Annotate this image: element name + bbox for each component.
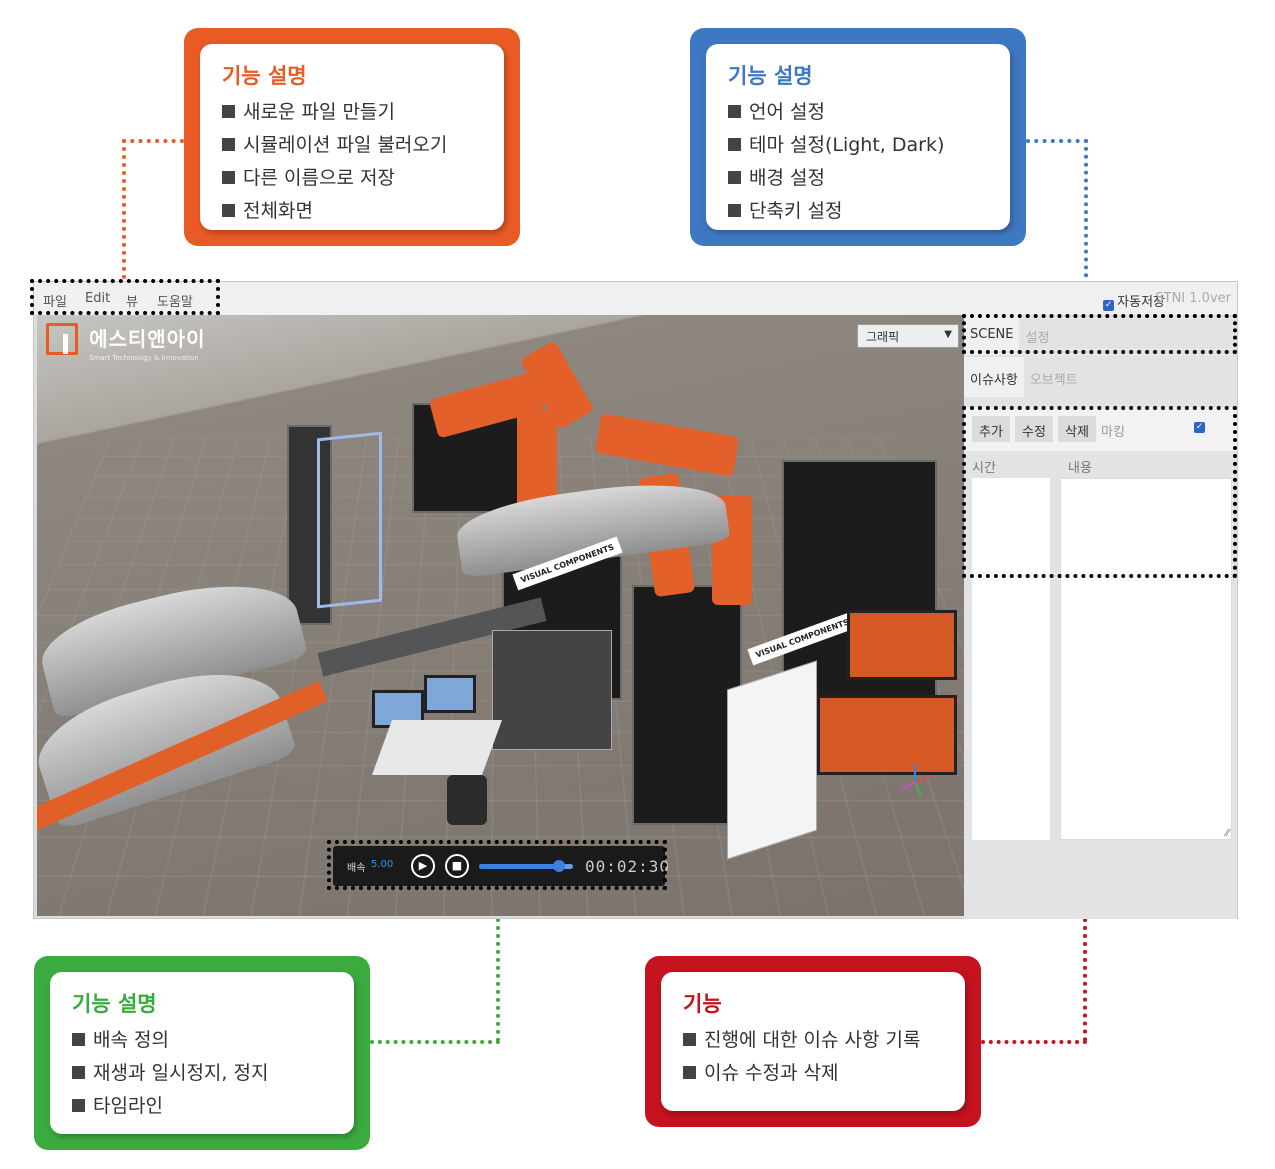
logo-name: 에스티앤아이 xyxy=(89,327,206,351)
square-bullet-icon xyxy=(683,1033,696,1046)
callout-item: 언어 설정 xyxy=(728,96,988,129)
rack-fixture xyxy=(317,431,382,609)
callout-title: 기능 설명 xyxy=(728,64,813,88)
callout-item: 시뮬레이션 파일 불러오기 xyxy=(222,129,482,162)
square-bullet-icon xyxy=(728,138,741,151)
connector-line xyxy=(981,1040,1087,1044)
highlight-menu-bar xyxy=(30,279,220,315)
highlight-playback-bar xyxy=(327,840,667,890)
square-bullet-icon xyxy=(683,1066,696,1079)
simulator-app-window: 파일 Edit 뷰 도움말 ✓ 자동저장 STNI 1.0ver VISUAL C… xyxy=(33,281,1238,919)
callout-title: 기능 설명 xyxy=(222,64,307,88)
callout-playback-functions: 기능 설명 배속 정의 재생과 일시정지, 정지 타임라인 xyxy=(34,956,370,1150)
callout-item: 이슈 수정과 삭제 xyxy=(683,1057,943,1090)
office-chair xyxy=(447,775,487,825)
callout-issue-functions: 기능 진행에 대한 이슈 사항 기록 이슈 수정과 삭제 xyxy=(645,956,981,1127)
connector-line xyxy=(370,1040,500,1044)
callout-item: 새로운 파일 만들기 xyxy=(222,96,482,129)
version-label: STNI 1.0ver xyxy=(1155,291,1231,306)
logo-tagline: Smart Technology & Innovation xyxy=(89,354,199,362)
connector-line xyxy=(122,139,126,279)
callout-title: 기능 설명 xyxy=(72,992,157,1016)
graphic-dropdown-value: 그래픽 xyxy=(866,330,900,344)
tab-objects[interactable]: 오브젝트 xyxy=(1024,357,1084,397)
callout-settings-functions: 기능 설명 언어 설정 테마 설정(Light, Dark) 배경 설정 단축키… xyxy=(690,28,1026,246)
company-logo: 에스티앤아이 Smart Technology & Innovation xyxy=(46,323,206,362)
square-bullet-icon xyxy=(728,105,741,118)
square-bullet-icon xyxy=(72,1066,85,1079)
callout-item: 다른 이름으로 저장 xyxy=(222,162,482,195)
square-bullet-icon xyxy=(728,171,741,184)
orange-equipment-box xyxy=(817,695,957,775)
sub-tabs: 이슈사항 오브젝트 xyxy=(964,357,1084,397)
resize-grip-icon[interactable]: ⁄⁄ xyxy=(1226,828,1229,839)
square-bullet-icon xyxy=(222,204,235,217)
checkbox-checked-icon[interactable]: ✓ xyxy=(1103,300,1115,311)
axis-gizmo-icon xyxy=(895,760,935,800)
callout-item: 테마 설정(Light, Dark) xyxy=(728,129,988,162)
tab-issues[interactable]: 이슈사항 xyxy=(964,357,1024,397)
monitor xyxy=(424,675,476,713)
square-bullet-icon xyxy=(728,204,741,217)
white-cabinet xyxy=(727,660,817,860)
square-bullet-icon xyxy=(222,138,235,151)
robot-cell-wall xyxy=(632,585,742,825)
graphic-dropdown[interactable]: 그래픽 ▼ xyxy=(857,324,959,348)
square-bullet-icon xyxy=(222,171,235,184)
operator-desk xyxy=(371,720,503,775)
callout-item: 배경 설정 xyxy=(728,162,988,195)
callout-title: 기능 xyxy=(683,992,722,1016)
highlight-scene-tabs xyxy=(962,314,1237,354)
orange-equipment-box xyxy=(847,610,957,680)
connector-line xyxy=(122,139,184,143)
callout-item: 타임라인 xyxy=(72,1090,332,1123)
callout-item: 전체화면 xyxy=(222,195,482,228)
control-cabinet xyxy=(492,630,612,750)
sti-logo-icon xyxy=(46,323,78,355)
square-bullet-icon xyxy=(222,105,235,118)
3d-viewport[interactable]: VISUAL COMPONENTS VISUAL COMPONENTS 에스티앤… xyxy=(37,315,964,916)
square-bullet-icon xyxy=(72,1033,85,1046)
callout-file-functions: 기능 설명 새로운 파일 만들기 시뮬레이션 파일 불러오기 다른 이름으로 저… xyxy=(184,28,520,246)
callout-item: 배속 정의 xyxy=(72,1024,332,1057)
callout-item: 진행에 대한 이슈 사항 기록 xyxy=(683,1024,943,1057)
callout-item: 재생과 일시정지, 정지 xyxy=(72,1057,332,1090)
callout-item: 단축키 설정 xyxy=(728,195,988,228)
square-bullet-icon xyxy=(72,1099,85,1112)
connector-line xyxy=(1026,139,1088,143)
chevron-down-icon: ▼ xyxy=(944,329,952,340)
highlight-issue-panel xyxy=(962,406,1237,578)
